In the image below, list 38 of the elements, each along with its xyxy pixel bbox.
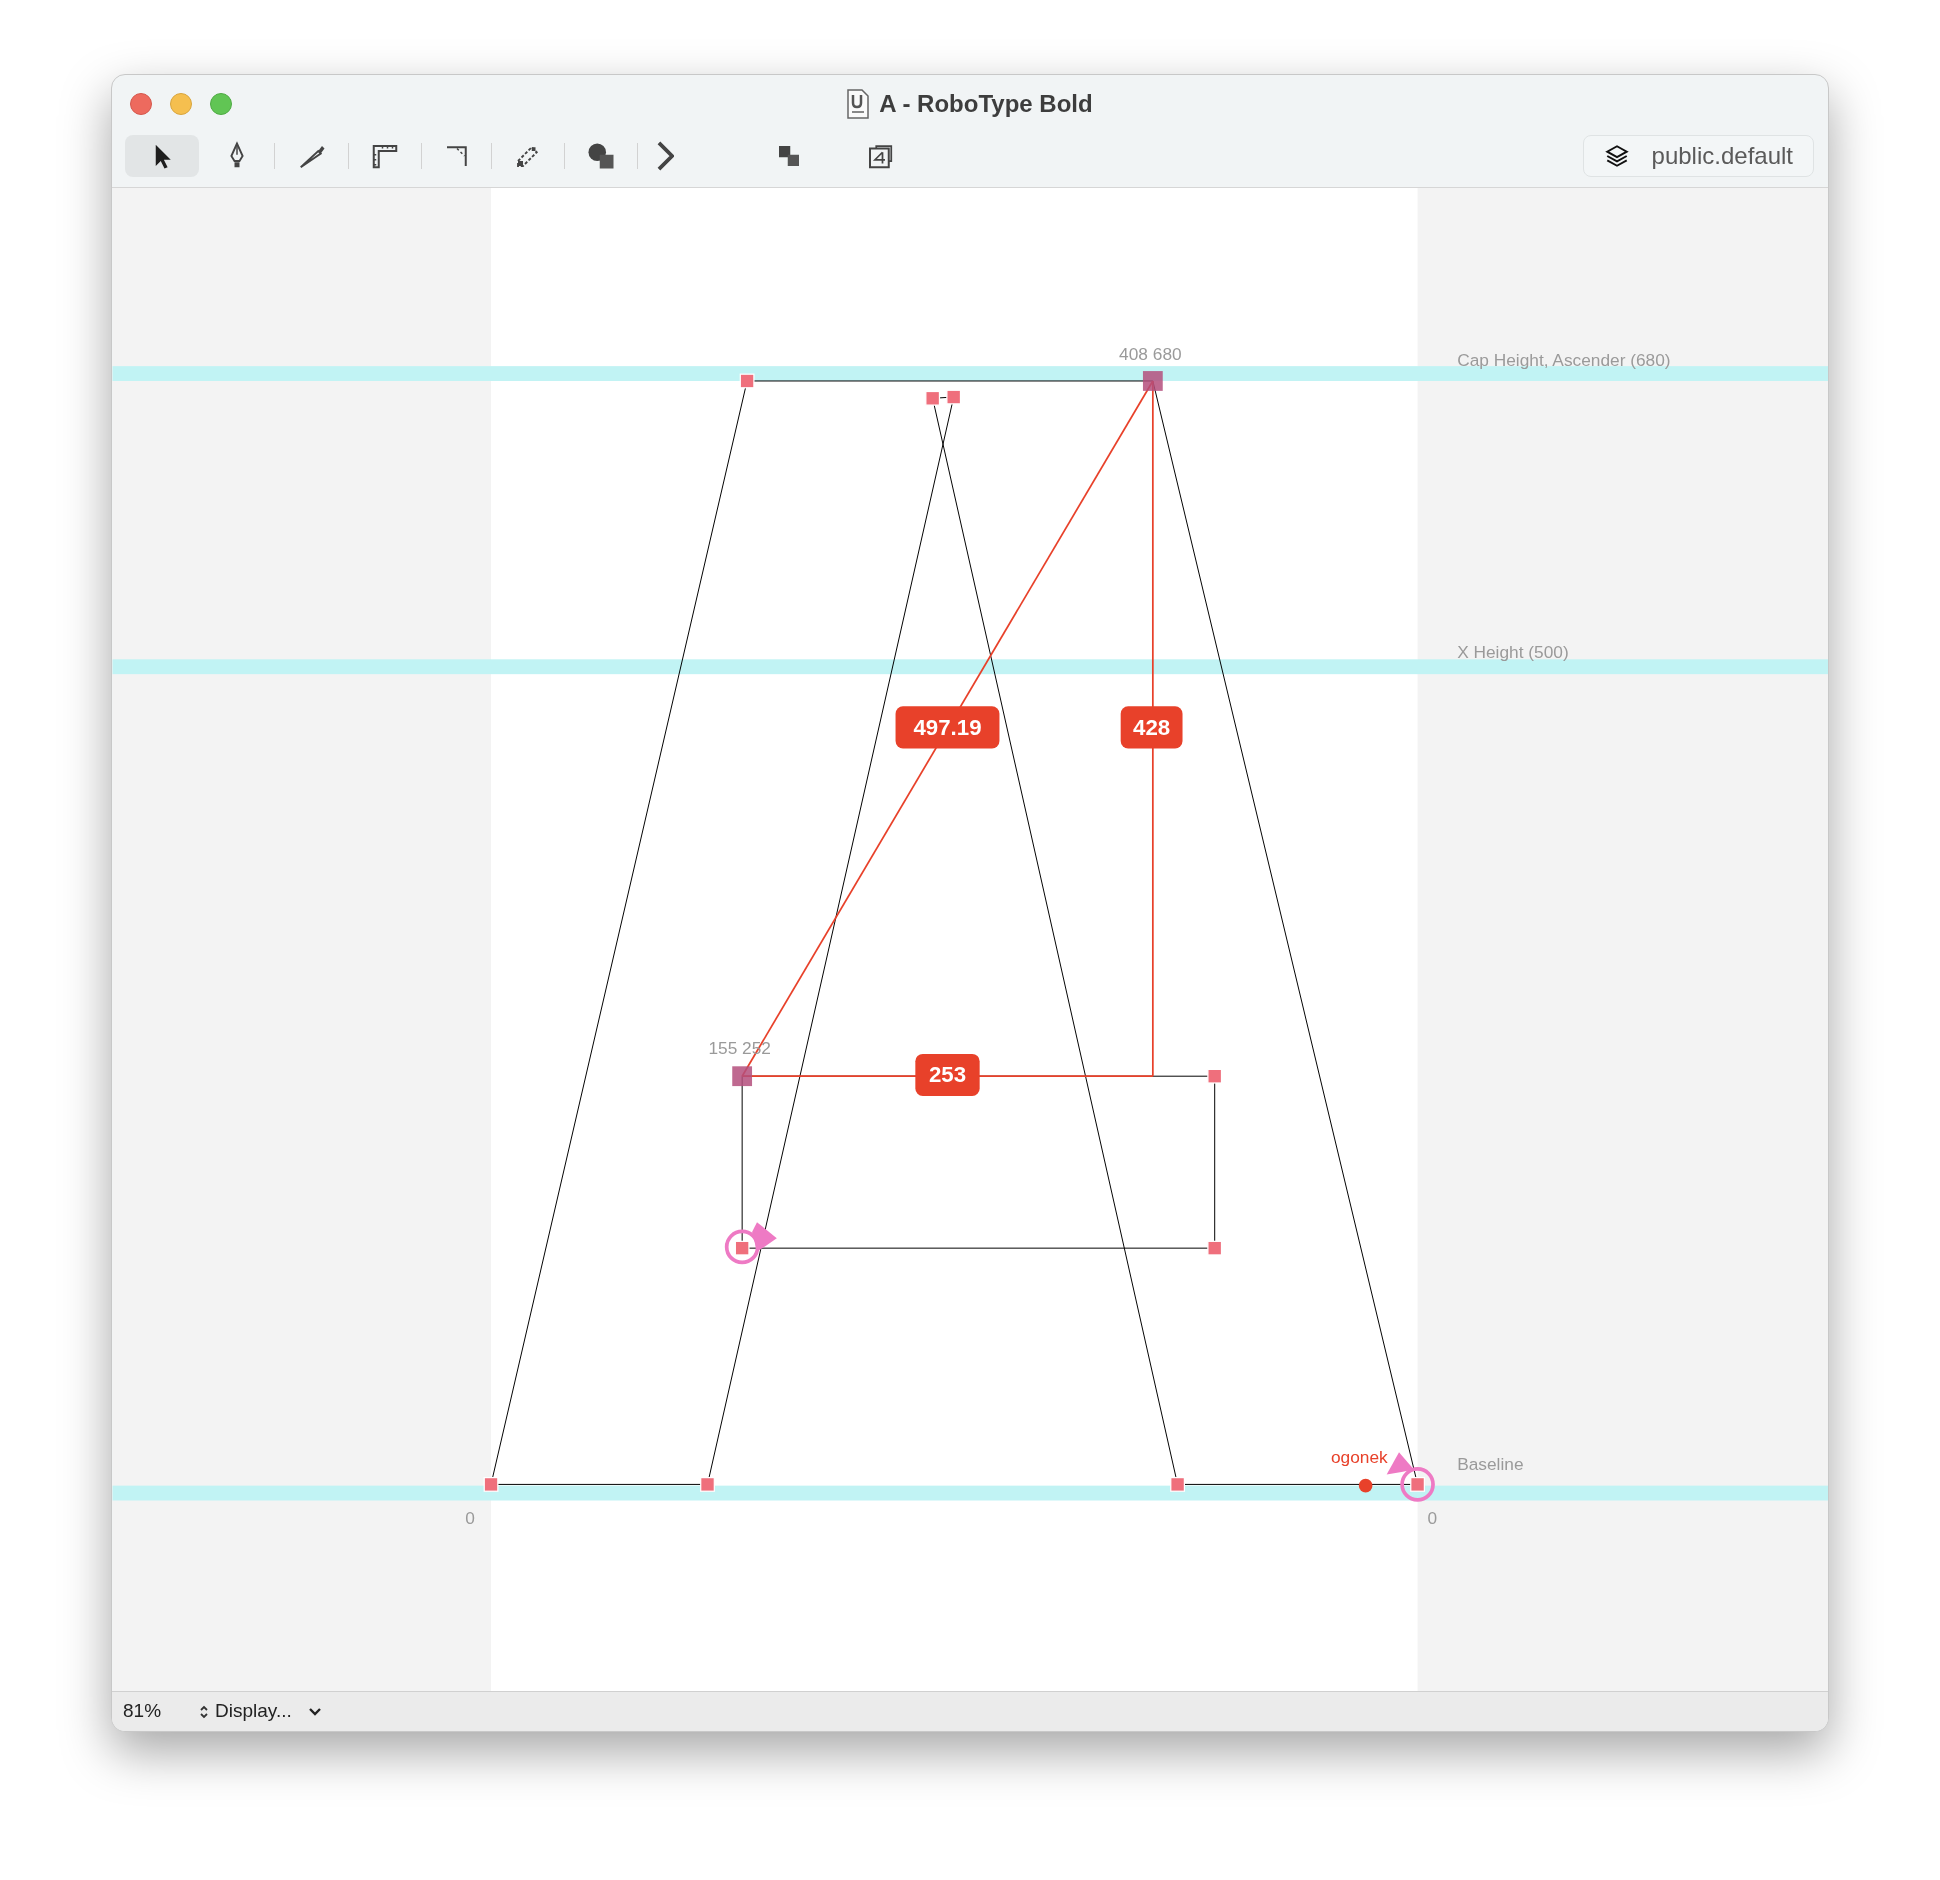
start-point-marker bbox=[1386, 1452, 1435, 1502]
selected-point-marker[interactable] bbox=[1142, 371, 1163, 392]
selected-point-marker[interactable] bbox=[732, 1066, 753, 1087]
measurement-badge: 253 bbox=[915, 1054, 980, 1097]
point-marker[interactable] bbox=[734, 1241, 750, 1256]
margin-value: 0 bbox=[1427, 1508, 1438, 1529]
anchor-name: ogonek bbox=[1331, 1447, 1388, 1468]
point-marker[interactable] bbox=[1207, 1069, 1223, 1084]
caret-icon bbox=[307, 1706, 322, 1717]
window-title: A - RoboType Bold bbox=[879, 89, 1093, 120]
guide-label: Baseline bbox=[1457, 1453, 1524, 1474]
guide-label: X Height (500) bbox=[1457, 642, 1569, 663]
zoom-level: 81% bbox=[123, 1699, 162, 1724]
zoom-button[interactable] bbox=[210, 93, 232, 115]
point-marker[interactable] bbox=[739, 373, 755, 389]
point-marker[interactable] bbox=[946, 389, 962, 405]
pointer-tool[interactable] bbox=[125, 135, 199, 178]
measurement-badge: 428 bbox=[1120, 706, 1183, 749]
guide-label: Cap Height, Ascender (680) bbox=[1457, 350, 1671, 371]
start-point-marker bbox=[724, 1222, 777, 1265]
layers-icon bbox=[1603, 143, 1630, 170]
point-marker[interactable] bbox=[483, 1477, 499, 1493]
circle-square-icon bbox=[586, 141, 616, 172]
anchor-point[interactable] bbox=[1358, 1479, 1373, 1493]
document-icon bbox=[847, 89, 870, 120]
point-marker[interactable] bbox=[925, 391, 941, 406]
point-marker[interactable] bbox=[1207, 1241, 1223, 1256]
point-marker[interactable] bbox=[1170, 1477, 1185, 1493]
close-button[interactable] bbox=[130, 93, 152, 115]
point-coordinates: 408 680 bbox=[1119, 344, 1182, 365]
margin-value: 0 bbox=[465, 1508, 475, 1529]
point-marker[interactable] bbox=[700, 1477, 715, 1493]
measurement-badge: 497.19 bbox=[895, 706, 1000, 749]
point-marker[interactable] bbox=[1410, 1477, 1425, 1493]
chevron-right-icon bbox=[657, 141, 674, 172]
display-menu[interactable]: Display... bbox=[199, 1697, 322, 1726]
layer-selector[interactable]: public.default bbox=[1582, 135, 1814, 178]
up-down-chevron-icon bbox=[199, 1703, 210, 1720]
